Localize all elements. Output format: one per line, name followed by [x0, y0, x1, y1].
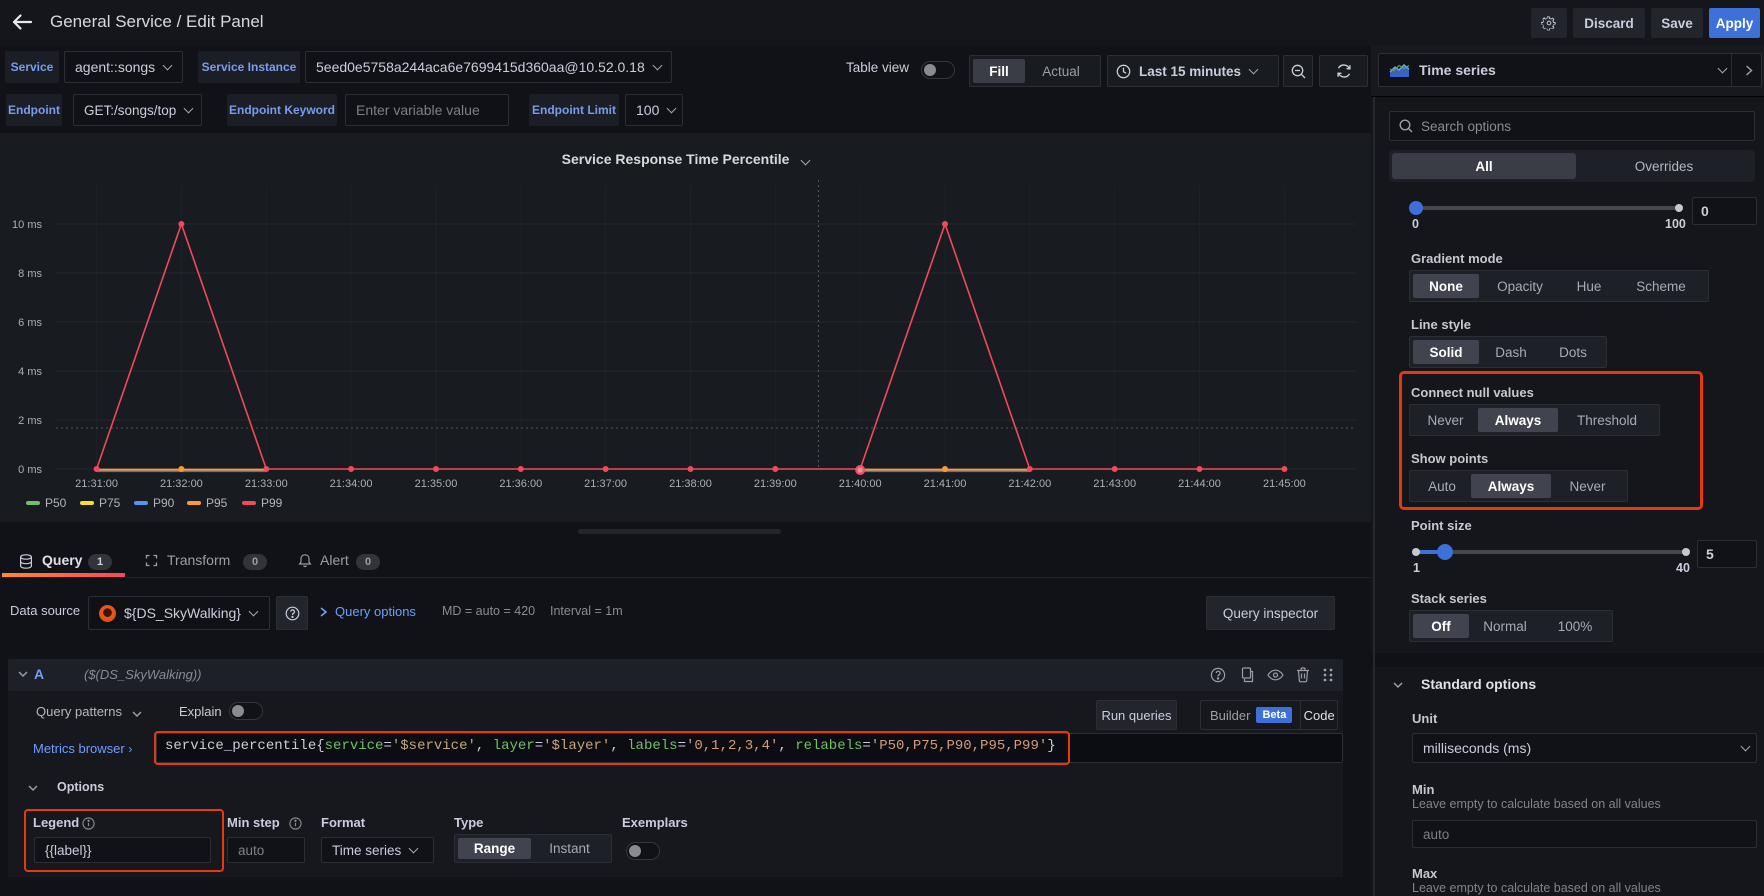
svg-text:21:44:00: 21:44:00	[1178, 478, 1221, 490]
svg-text:P90: P90	[153, 496, 175, 510]
svg-text:21:40:00: 21:40:00	[839, 478, 882, 490]
svg-text:6 ms: 6 ms	[18, 317, 42, 329]
svg-text:21:32:00: 21:32:00	[160, 478, 203, 490]
svg-text:21:36:00: 21:36:00	[499, 478, 542, 490]
svg-text:21:39:00: 21:39:00	[754, 478, 797, 490]
svg-text:21:41:00: 21:41:00	[924, 478, 967, 490]
svg-text:21:42:00: 21:42:00	[1008, 478, 1051, 490]
svg-text:P99: P99	[261, 496, 283, 510]
svg-text:21:37:00: 21:37:00	[584, 478, 627, 490]
svg-text:21:34:00: 21:34:00	[330, 478, 373, 490]
svg-text:2 ms: 2 ms	[18, 415, 42, 427]
svg-text:21:31:00: 21:31:00	[75, 478, 118, 490]
svg-text:P75: P75	[99, 496, 121, 510]
svg-text:21:35:00: 21:35:00	[415, 478, 458, 490]
svg-text:0 ms: 0 ms	[18, 464, 42, 476]
svg-text:21:45:00: 21:45:00	[1263, 478, 1306, 490]
svg-text:21:43:00: 21:43:00	[1093, 478, 1136, 490]
svg-text:10 ms: 10 ms	[12, 219, 42, 231]
svg-text:8 ms: 8 ms	[18, 268, 42, 280]
svg-text:4 ms: 4 ms	[18, 366, 42, 378]
svg-text:21:33:00: 21:33:00	[245, 478, 288, 490]
svg-text:P50: P50	[45, 496, 67, 510]
svg-text:P95: P95	[206, 496, 228, 510]
svg-text:21:38:00: 21:38:00	[669, 478, 712, 490]
